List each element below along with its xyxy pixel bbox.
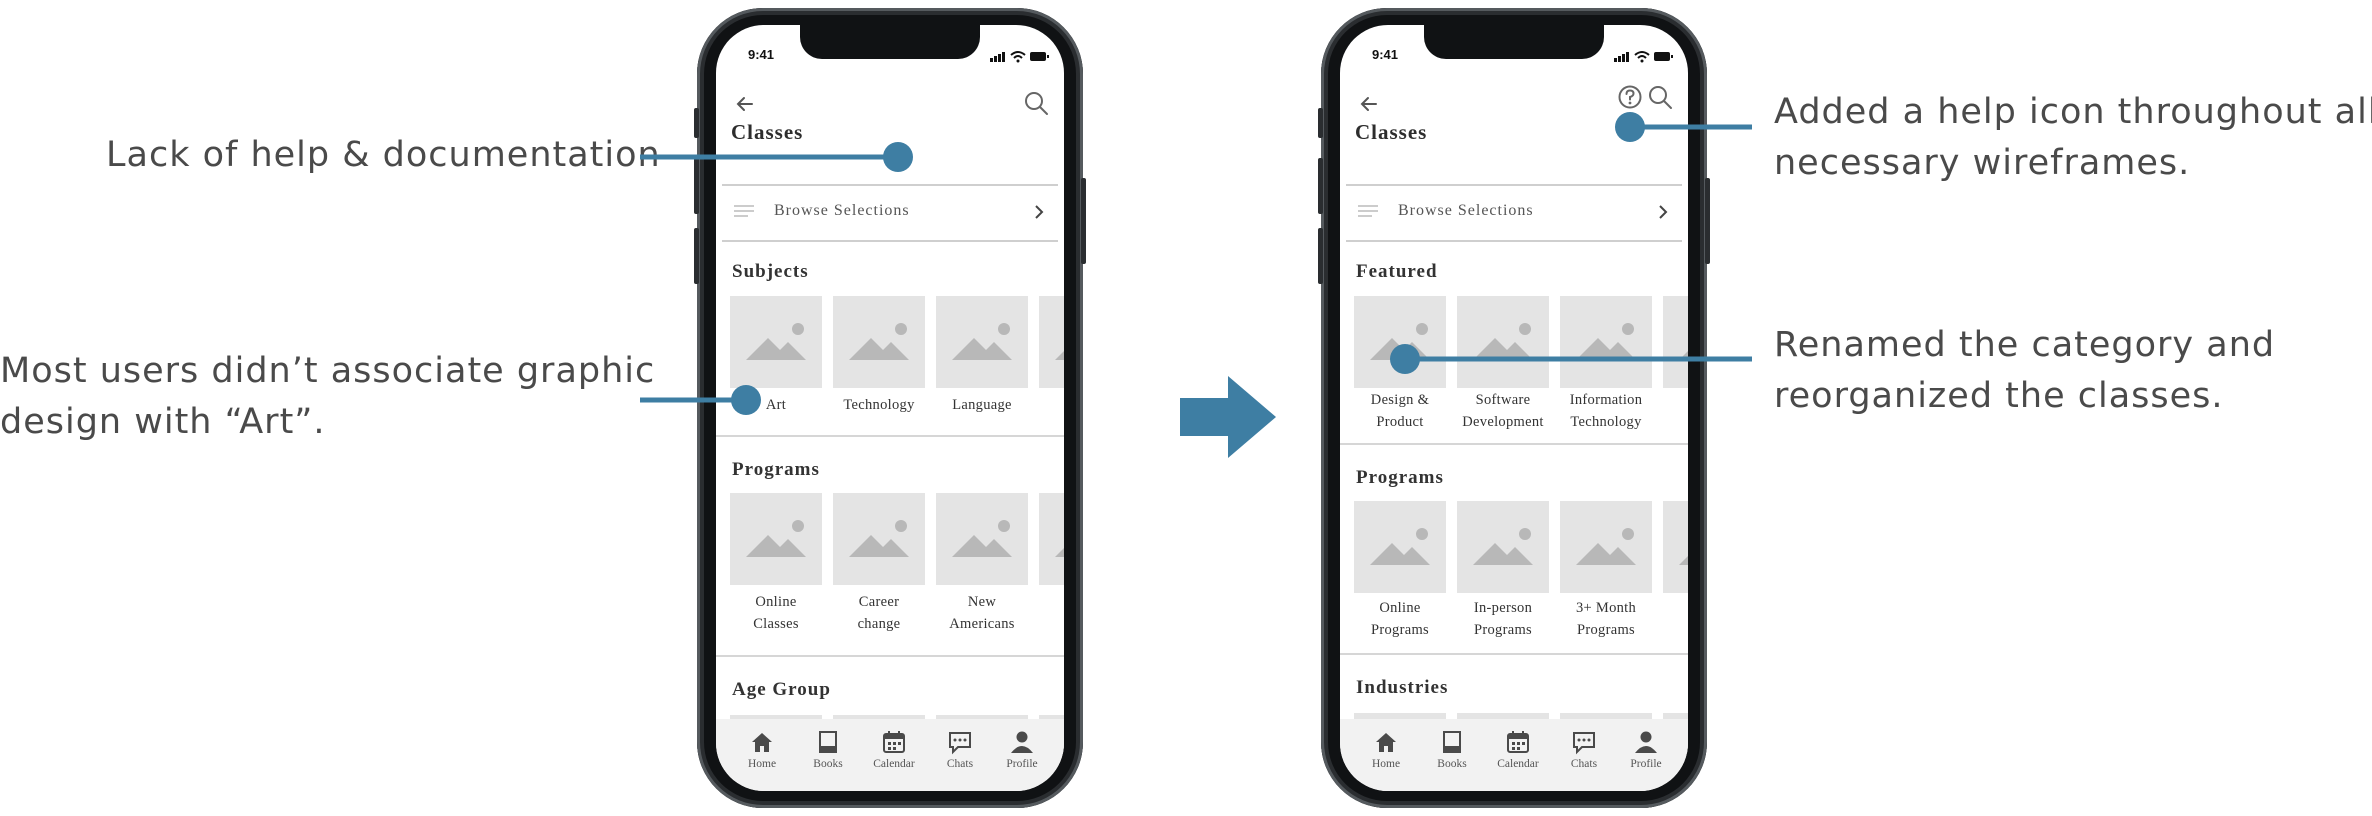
annotation-connectors — [640, 112, 1752, 415]
notch — [1424, 25, 1604, 59]
connector-help-missing — [640, 142, 913, 172]
notch — [800, 25, 980, 59]
connector-art — [640, 385, 761, 415]
connector-help-added — [1615, 112, 1752, 142]
connector-renamed — [1390, 344, 1752, 374]
